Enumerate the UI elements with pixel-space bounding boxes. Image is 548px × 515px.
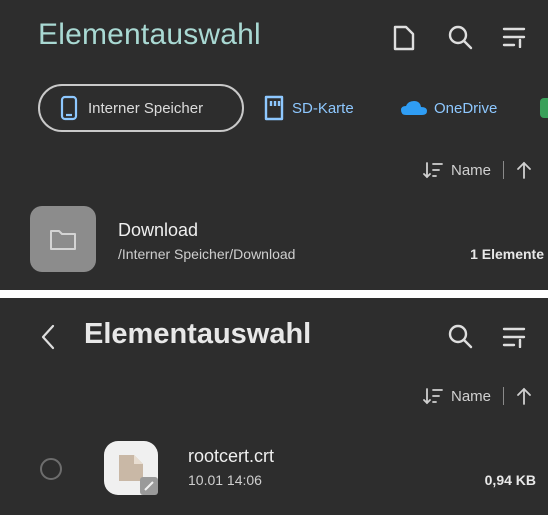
new-file-icon[interactable]	[392, 24, 416, 52]
shortcut-badge-icon	[140, 477, 158, 495]
sort-divider	[503, 387, 504, 405]
top-panel: Elementauswahl Interner Speicher SD-Kart…	[0, 0, 548, 290]
sort-label: Name	[450, 387, 491, 405]
storage-chips: Interner Speicher SD-Karte OneDrive	[0, 84, 548, 134]
sort-label: Name	[450, 161, 491, 179]
chip-label: Interner Speicher	[88, 99, 204, 117]
arrow-up-icon[interactable]	[516, 386, 532, 406]
file-name: rootcert.crt	[188, 446, 275, 466]
chip-internal-storage[interactable]: Interner Speicher	[38, 84, 244, 132]
search-icon[interactable]	[446, 23, 474, 51]
chip-label: OneDrive	[434, 99, 498, 117]
chip-sd-card[interactable]: SD-Karte	[262, 84, 354, 132]
folder-thumbnail	[30, 206, 96, 272]
chip-label: SD-Karte	[292, 99, 354, 117]
sort-icon	[423, 161, 443, 179]
list-item-folder[interactable]: Download /Interner Speicher/Download 1 E…	[30, 206, 548, 272]
chip-overflow-edge	[540, 98, 548, 118]
chip-onedrive[interactable]: OneDrive	[400, 84, 497, 132]
sort-bar[interactable]: Name	[423, 386, 532, 406]
folder-name: Download	[118, 220, 199, 240]
folder-item-count: 1 Elemente	[470, 246, 544, 262]
sort-bar[interactable]: Name	[423, 160, 532, 180]
file-thumbnail	[104, 441, 158, 495]
page-title: Elementauswahl	[84, 318, 312, 350]
folder-path: /Interner Speicher/Download	[118, 246, 296, 262]
sort-icon	[423, 387, 443, 405]
select-radio[interactable]	[40, 458, 62, 480]
list-item-file[interactable]: rootcert.crt 10.01 14:06 0,94 KB	[0, 436, 548, 502]
page-title: Elementauswahl	[38, 18, 261, 51]
arrow-up-icon[interactable]	[516, 160, 532, 180]
filter-menu-icon[interactable]	[502, 26, 526, 48]
phone-icon	[60, 95, 78, 121]
bottom-panel: Elementauswahl Name rootcert.crt 10.01 1…	[0, 298, 548, 515]
search-icon[interactable]	[446, 322, 474, 350]
file-date: 10.01 14:06	[188, 472, 262, 488]
sort-divider	[503, 161, 504, 179]
folder-icon	[49, 227, 77, 251]
filter-menu-icon[interactable]	[502, 326, 526, 348]
sd-card-icon	[262, 95, 286, 121]
back-icon[interactable]	[40, 324, 56, 350]
file-size: 0,94 KB	[484, 472, 536, 488]
cloud-icon	[400, 99, 428, 117]
